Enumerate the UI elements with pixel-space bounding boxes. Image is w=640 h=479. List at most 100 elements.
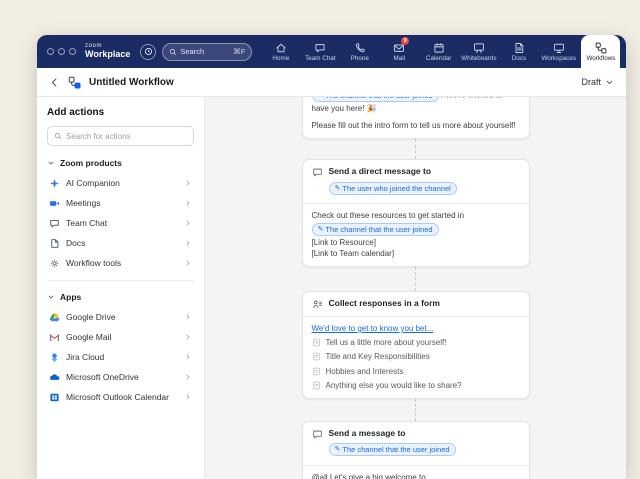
chevron-right-icon xyxy=(184,393,192,401)
card-body: Check out these resources to get started… xyxy=(303,204,529,266)
workflow-card-collect-form[interactable]: Collect responses in a form We'd love to… xyxy=(302,291,530,399)
sidebar-item-label: Jira Cloud xyxy=(66,352,178,362)
meetings-icon xyxy=(49,198,60,209)
chevron-right-icon xyxy=(184,179,192,187)
nav-label: Docs xyxy=(512,55,526,62)
variable-pill-user[interactable]: ✎The user who joined the channel xyxy=(329,182,457,195)
close-window-button[interactable] xyxy=(47,48,54,55)
message-text: Please fill out the intro form to tell u… xyxy=(312,120,520,131)
card-header: Send a direct message to ✎The user who j… xyxy=(303,160,529,204)
nav-label: Team Chat xyxy=(305,55,335,62)
docs-icon xyxy=(513,42,525,54)
sidebar-item-label: Team Chat xyxy=(66,218,178,228)
nav-label: Home xyxy=(272,55,289,62)
variable-pill-channel[interactable]: ✎The channel that the user joined xyxy=(312,223,439,236)
variable-pill-channel[interactable]: ✎The channel that the user joined xyxy=(312,97,439,102)
global-search[interactable]: Search ⌘F xyxy=(162,43,252,61)
actions-search[interactable] xyxy=(47,126,194,146)
chevron-right-icon xyxy=(184,259,192,267)
sidebar-divider xyxy=(47,280,194,281)
nav-item-mail[interactable]: 9 Mail xyxy=(382,35,416,68)
nav-item-phone[interactable]: Phone xyxy=(343,35,377,68)
jira-icon xyxy=(49,352,60,363)
form-question: Anything else you would like to share? xyxy=(326,380,462,391)
form-question: Title and Key Responsibilities xyxy=(326,351,430,362)
sidebar-item-workflow-tools[interactable]: Workflow tools xyxy=(47,253,194,273)
sidebar-item-label: Meetings xyxy=(66,198,178,208)
mail-badge: 9 xyxy=(401,37,409,45)
sidebar-item-docs[interactable]: Docs xyxy=(47,233,194,253)
back-button[interactable] xyxy=(49,77,60,88)
form-question-row: Tell us a little more about yourself! xyxy=(312,337,520,348)
form-question-row: Title and Key Responsibilities xyxy=(312,351,520,362)
chat-bubble-icon xyxy=(312,429,323,440)
workflow-canvas[interactable]: ✎The channel that the user joined . We'r… xyxy=(205,97,626,479)
workflow-card-send-message-1[interactable]: ✎The channel that the user joined . We'r… xyxy=(302,97,530,139)
sidebar-item-microsoft-onedrive[interactable]: Microsoft OneDrive xyxy=(47,367,194,387)
workflow-card-send-direct-message[interactable]: Send a direct message to ✎The user who j… xyxy=(302,159,530,267)
nav-label: Workflows xyxy=(586,55,615,62)
card-title: Send a message to xyxy=(329,428,456,439)
nav-item-team-chat[interactable]: Team Chat xyxy=(303,35,337,68)
chevron-down-icon xyxy=(47,159,55,167)
workflows-icon xyxy=(595,42,607,54)
team-chat-icon xyxy=(314,42,326,54)
sidebar-item-label: Google Drive xyxy=(66,312,178,322)
actions-search-input[interactable] xyxy=(66,132,187,141)
workspaces-icon xyxy=(553,42,565,54)
history-button[interactable] xyxy=(140,44,156,60)
section-apps[interactable]: Apps xyxy=(47,290,194,304)
sidebar-item-team-chat[interactable]: Team Chat xyxy=(47,213,194,233)
workflow-card-send-message-2[interactable]: Send a message to ✎The channel that the … xyxy=(302,421,530,479)
sidebar-item-google-mail[interactable]: Google Mail xyxy=(47,327,194,347)
chevron-right-icon xyxy=(184,199,192,207)
search-shortcut: ⌘F xyxy=(233,47,245,56)
form-field-icon xyxy=(312,352,321,361)
card-body: We'd love to get to know you bet... Tell… xyxy=(303,317,529,398)
nav-item-docs[interactable]: Docs xyxy=(502,35,536,68)
sidebar-item-label: Docs xyxy=(66,238,178,248)
home-icon xyxy=(275,42,287,54)
form-question-row: Anything else you would like to share? xyxy=(312,380,520,391)
sidebar-item-ai-companion[interactable]: AI Companion xyxy=(47,173,194,193)
minimize-window-button[interactable] xyxy=(58,48,65,55)
zoom-workplace-logo: zoom Workplace xyxy=(85,43,130,59)
sidebar-title: Add actions xyxy=(47,107,194,118)
sidebar-item-google-drive[interactable]: Google Drive xyxy=(47,307,194,327)
sidebar-item-jira-cloud[interactable]: Jira Cloud xyxy=(47,347,194,367)
search-icon xyxy=(169,48,177,56)
section-zoom-products[interactable]: Zoom products xyxy=(47,156,194,170)
form-question-row: Hobbies and Interests xyxy=(312,366,520,377)
form-field-icon xyxy=(312,367,321,376)
nav-item-calendar[interactable]: Calendar xyxy=(422,35,456,68)
workflow-header: Untitled Workflow Draft xyxy=(37,68,626,97)
nav-label: Mail xyxy=(393,55,405,62)
pencil-icon: ✎ xyxy=(335,444,341,455)
link-placeholder: [Link to Team calendar] xyxy=(312,248,520,259)
chevron-down-icon xyxy=(605,78,614,87)
link-placeholder: [Link to Resource] xyxy=(312,237,520,248)
form-person-icon xyxy=(312,299,323,310)
workflow-connector xyxy=(415,267,416,291)
nav-item-whiteboards[interactable]: Whiteboards xyxy=(461,35,496,68)
variable-pill-channel[interactable]: ✎The channel that the user joined xyxy=(329,443,456,456)
sidebar-item-microsoft-outlook-calendar[interactable]: Microsoft Outlook Calendar xyxy=(47,387,194,407)
form-field-icon xyxy=(312,338,321,347)
search-placeholder: Search xyxy=(180,47,204,56)
card-body: ✎The channel that the user joined . We'r… xyxy=(303,97,529,138)
nav-item-home[interactable]: Home xyxy=(264,35,298,68)
status-dropdown[interactable]: Draft xyxy=(581,77,614,87)
nav-item-workflows[interactable]: Workflows xyxy=(581,35,620,68)
clock-icon xyxy=(144,47,153,56)
card-title: Collect responses in a form xyxy=(329,298,440,310)
form-link[interactable]: We'd love to get to know you bet... xyxy=(312,324,434,333)
workflow-connector xyxy=(415,139,416,159)
card-header: Collect responses in a form xyxy=(303,292,529,317)
sidebar-item-label: AI Companion xyxy=(66,178,178,188)
sidebar-item-meetings[interactable]: Meetings xyxy=(47,193,194,213)
maximize-window-button[interactable] xyxy=(69,48,76,55)
form-question: Tell us a little more about yourself! xyxy=(326,337,447,348)
nav-item-workspaces[interactable]: Workspaces xyxy=(541,35,576,68)
chevron-right-icon xyxy=(184,313,192,321)
chevron-right-icon xyxy=(184,333,192,341)
